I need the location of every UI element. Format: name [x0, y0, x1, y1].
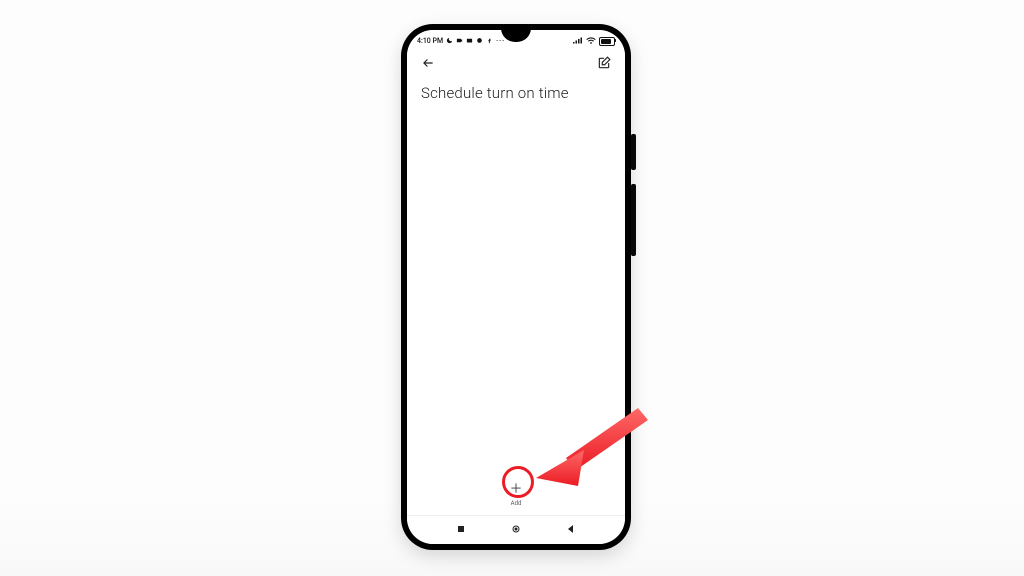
signal-icon — [573, 37, 583, 46]
power-button — [631, 134, 636, 170]
app-bar — [407, 50, 625, 78]
add-button-label: Add — [505, 500, 527, 507]
add-button-container: Add — [505, 477, 527, 507]
moon-icon — [446, 37, 453, 46]
back-button[interactable] — [421, 55, 435, 74]
more-icon: ··· — [496, 37, 505, 45]
volume-buttons — [631, 184, 636, 256]
phone-frame: 4:10 PM ··· — [401, 24, 631, 550]
nav-recent-button[interactable] — [455, 523, 467, 535]
phone-screen: 4:10 PM ··· — [407, 30, 625, 544]
edit-button[interactable] — [597, 55, 611, 74]
nav-back-button[interactable] — [565, 523, 577, 535]
camera-icon — [466, 37, 473, 46]
nav-home-button[interactable] — [510, 523, 522, 535]
status-time: 4:10 PM — [417, 37, 443, 45]
circle-icon — [476, 37, 483, 46]
wifi-icon — [586, 37, 596, 46]
page-title: Schedule turn on time — [407, 78, 625, 102]
video-icon — [456, 37, 463, 46]
battery-icon — [599, 37, 615, 46]
add-button[interactable] — [505, 477, 527, 499]
facebook-icon — [486, 37, 493, 46]
content-area: Add — [407, 102, 625, 515]
system-nav-bar — [407, 515, 625, 544]
